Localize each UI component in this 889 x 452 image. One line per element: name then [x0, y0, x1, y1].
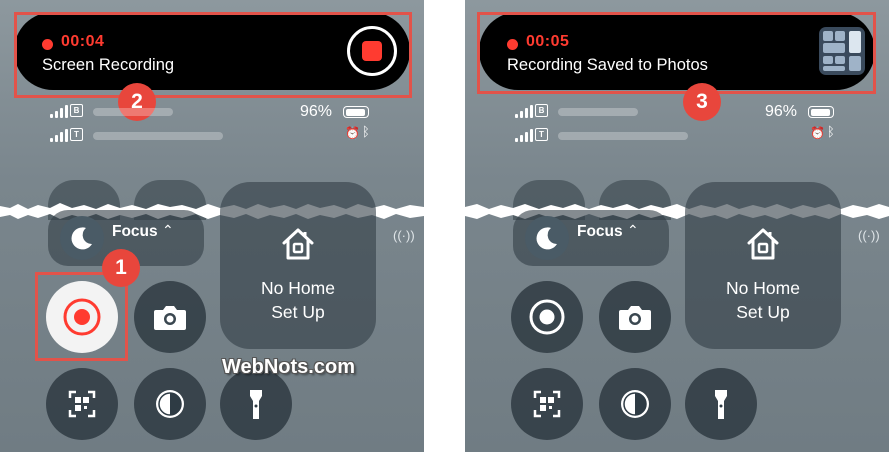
- battery-icon: [343, 106, 369, 118]
- home-tile[interactable]: No Home Set Up: [685, 182, 841, 349]
- home-line1: No Home: [261, 278, 335, 298]
- code-scanner-button[interactable]: [511, 368, 583, 440]
- sim-b-icon: B: [70, 104, 83, 117]
- flashlight-icon: [715, 390, 727, 419]
- alarm-icon: ⏰: [345, 126, 360, 140]
- home-icon: [747, 228, 779, 260]
- signal-bars-icon: [515, 104, 533, 118]
- highlight-box-island: [477, 12, 876, 94]
- camera-button[interactable]: [134, 281, 206, 353]
- bluetooth-icon: ᛒ: [827, 124, 835, 139]
- antenna-icon: ((·)): [858, 228, 880, 243]
- chevron-updown-icon: ⌃: [627, 222, 639, 238]
- moon-icon: [60, 216, 104, 260]
- watermark: WebNots.com: [222, 356, 355, 378]
- step-badge-3: 3: [683, 83, 721, 121]
- bluetooth-icon: ᛒ: [362, 124, 370, 139]
- home-line1: No Home: [726, 278, 800, 298]
- carrier-text-blurred: [93, 108, 173, 116]
- left-panel: 00:04 Screen Recording 2 B T 96% ⏰ ᛒ Foc…: [0, 0, 424, 452]
- battery-percent: 96%: [300, 103, 333, 120]
- camera-icon: [154, 306, 186, 330]
- antenna-icon: ((·)): [393, 228, 415, 243]
- chevron-updown-icon: ⌃: [162, 222, 174, 238]
- sim-t-icon: T: [535, 128, 548, 141]
- alarm-icon: ⏰: [810, 126, 825, 140]
- qr-scanner-icon: [68, 390, 96, 418]
- focus-label: Focus: [577, 223, 623, 240]
- home-line2: Set Up: [736, 302, 790, 322]
- panel-gap: [424, 0, 465, 452]
- highlight-box-island: [14, 12, 412, 98]
- carrier-text-blurred: [558, 132, 688, 140]
- home-tile[interactable]: No Home Set Up: [220, 182, 376, 349]
- flashlight-button[interactable]: [685, 368, 757, 440]
- right-panel: 00:05 Recording Saved to Photos 3 B T 96…: [465, 0, 889, 452]
- focus-tile[interactable]: Focus ⌃: [513, 210, 669, 266]
- camera-icon: [619, 306, 651, 330]
- battery-percent: 96%: [765, 103, 798, 120]
- sim-t-icon: T: [70, 128, 83, 141]
- sim-b-icon: B: [535, 104, 548, 117]
- code-scanner-button[interactable]: [46, 368, 118, 440]
- signal-bars-icon: [515, 128, 533, 142]
- dark-mode-button[interactable]: [599, 368, 671, 440]
- camera-button[interactable]: [599, 281, 671, 353]
- dark-mode-icon: [156, 390, 184, 418]
- dark-mode-button[interactable]: [134, 368, 206, 440]
- record-icon: [529, 299, 565, 335]
- carrier-text-blurred: [93, 132, 223, 140]
- qr-scanner-icon: [533, 390, 561, 418]
- moon-icon: [525, 216, 569, 260]
- home-icon: [282, 228, 314, 260]
- signal-bars-icon: [50, 128, 68, 142]
- home-line2: Set Up: [271, 302, 325, 322]
- dark-mode-icon: [621, 390, 649, 418]
- battery-icon: [808, 106, 834, 118]
- carrier-text-blurred: [558, 108, 638, 116]
- focus-label: Focus: [112, 223, 158, 240]
- signal-bars-icon: [50, 104, 68, 118]
- screen-record-button[interactable]: [511, 281, 583, 353]
